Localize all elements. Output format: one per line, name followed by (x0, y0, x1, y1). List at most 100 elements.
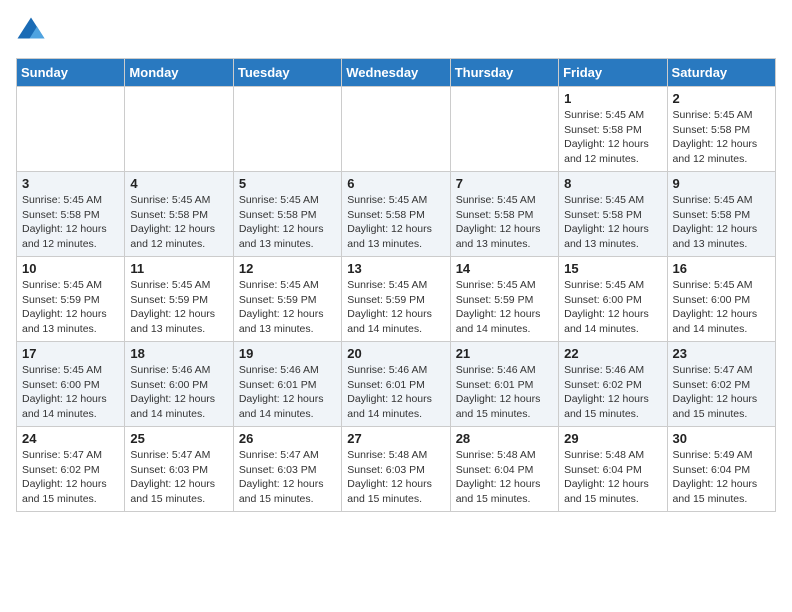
calendar-cell: 11 Sunrise: 5:45 AM Sunset: 5:59 PM Dayli… (125, 257, 233, 342)
calendar-cell: 5 Sunrise: 5:45 AM Sunset: 5:58 PM Daylig… (233, 172, 341, 257)
calendar-cell: 26 Sunrise: 5:47 AM Sunset: 6:03 PM Dayli… (233, 427, 341, 512)
day-number: 15 (564, 261, 661, 276)
calendar-cell: 24Sunrise: 5:47 AM Sunset: 6:02 PM Dayli… (17, 427, 125, 512)
logo-icon (16, 16, 46, 46)
calendar-cell: 7 Sunrise: 5:45 AM Sunset: 5:58 PM Daylig… (450, 172, 558, 257)
day-number: 9 (673, 176, 770, 191)
day-number: 11 (130, 261, 227, 276)
day-number: 21 (456, 346, 553, 361)
day-number: 2 (673, 91, 770, 106)
day-info: Sunrise: 5:47 AM Sunset: 6:02 PM Dayligh… (22, 448, 119, 507)
calendar-cell: 12 Sunrise: 5:45 AM Sunset: 5:59 PM Dayli… (233, 257, 341, 342)
day-info: Sunrise: 5:48 AM Sunset: 6:04 PM Dayligh… (564, 448, 661, 507)
day-info: Sunrise: 5:45 AM Sunset: 5:58 PM Dayligh… (22, 193, 119, 252)
calendar-cell: 21 Sunrise: 5:46 AM Sunset: 6:01 PM Dayli… (450, 342, 558, 427)
header-wednesday: Wednesday (342, 59, 450, 87)
calendar-week-4: 17Sunrise: 5:45 AM Sunset: 6:00 PM Dayli… (17, 342, 776, 427)
day-info: Sunrise: 5:45 AM Sunset: 5:58 PM Dayligh… (564, 108, 661, 167)
day-info: Sunrise: 5:45 AM Sunset: 5:58 PM Dayligh… (456, 193, 553, 252)
calendar-cell: 14 Sunrise: 5:45 AM Sunset: 5:59 PM Dayli… (450, 257, 558, 342)
day-number: 20 (347, 346, 444, 361)
day-number: 13 (347, 261, 444, 276)
day-number: 7 (456, 176, 553, 191)
calendar-cell: 22 Sunrise: 5:46 AM Sunset: 6:02 PM Dayli… (559, 342, 667, 427)
day-info: Sunrise: 5:45 AM Sunset: 5:59 PM Dayligh… (130, 278, 227, 337)
header-thursday: Thursday (450, 59, 558, 87)
day-number: 27 (347, 431, 444, 446)
day-number: 26 (239, 431, 336, 446)
calendar-cell (233, 87, 341, 172)
day-info: Sunrise: 5:45 AM Sunset: 6:00 PM Dayligh… (564, 278, 661, 337)
calendar-header-row: SundayMondayTuesdayWednesdayThursdayFrid… (17, 59, 776, 87)
day-number: 4 (130, 176, 227, 191)
calendar-cell: 19Sunrise: 5:46 AM Sunset: 6:01 PM Dayli… (233, 342, 341, 427)
day-info: Sunrise: 5:45 AM Sunset: 6:00 PM Dayligh… (22, 363, 119, 422)
calendar-cell: 17Sunrise: 5:45 AM Sunset: 6:00 PM Dayli… (17, 342, 125, 427)
calendar-cell: 20 Sunrise: 5:46 AM Sunset: 6:01 PM Dayli… (342, 342, 450, 427)
day-info: Sunrise: 5:48 AM Sunset: 6:04 PM Dayligh… (456, 448, 553, 507)
day-info: Sunrise: 5:46 AM Sunset: 6:01 PM Dayligh… (347, 363, 444, 422)
calendar-week-3: 10 Sunrise: 5:45 AM Sunset: 5:59 PM Dayli… (17, 257, 776, 342)
calendar-cell: 28 Sunrise: 5:48 AM Sunset: 6:04 PM Dayli… (450, 427, 558, 512)
day-info: Sunrise: 5:47 AM Sunset: 6:03 PM Dayligh… (239, 448, 336, 507)
day-number: 28 (456, 431, 553, 446)
day-info: Sunrise: 5:46 AM Sunset: 6:01 PM Dayligh… (456, 363, 553, 422)
day-info: Sunrise: 5:45 AM Sunset: 5:58 PM Dayligh… (564, 193, 661, 252)
calendar-cell (17, 87, 125, 172)
header-tuesday: Tuesday (233, 59, 341, 87)
day-number: 23 (673, 346, 770, 361)
logo (16, 16, 50, 46)
header-friday: Friday (559, 59, 667, 87)
day-info: Sunrise: 5:47 AM Sunset: 6:03 PM Dayligh… (130, 448, 227, 507)
day-info: Sunrise: 5:46 AM Sunset: 6:02 PM Dayligh… (564, 363, 661, 422)
day-info: Sunrise: 5:46 AM Sunset: 6:00 PM Dayligh… (130, 363, 227, 422)
day-number: 12 (239, 261, 336, 276)
day-info: Sunrise: 5:45 AM Sunset: 5:59 PM Dayligh… (456, 278, 553, 337)
calendar-cell: 13 Sunrise: 5:45 AM Sunset: 5:59 PM Dayli… (342, 257, 450, 342)
day-info: Sunrise: 5:49 AM Sunset: 6:04 PM Dayligh… (673, 448, 770, 507)
header-monday: Monday (125, 59, 233, 87)
day-number: 22 (564, 346, 661, 361)
page-header (16, 16, 776, 46)
day-info: Sunrise: 5:48 AM Sunset: 6:03 PM Dayligh… (347, 448, 444, 507)
calendar-week-5: 24Sunrise: 5:47 AM Sunset: 6:02 PM Dayli… (17, 427, 776, 512)
calendar-cell: 23 Sunrise: 5:47 AM Sunset: 6:02 PM Dayli… (667, 342, 775, 427)
calendar-cell: 25 Sunrise: 5:47 AM Sunset: 6:03 PM Dayli… (125, 427, 233, 512)
calendar-cell: 30 Sunrise: 5:49 AM Sunset: 6:04 PM Dayli… (667, 427, 775, 512)
calendar-cell: 16 Sunrise: 5:45 AM Sunset: 6:00 PM Dayli… (667, 257, 775, 342)
header-saturday: Saturday (667, 59, 775, 87)
calendar-cell: 3Sunrise: 5:45 AM Sunset: 5:58 PM Daylig… (17, 172, 125, 257)
calendar-week-1: 1 Sunrise: 5:45 AM Sunset: 5:58 PM Daylig… (17, 87, 776, 172)
day-info: Sunrise: 5:45 AM Sunset: 5:59 PM Dayligh… (239, 278, 336, 337)
day-info: Sunrise: 5:45 AM Sunset: 5:59 PM Dayligh… (347, 278, 444, 337)
day-number: 25 (130, 431, 227, 446)
calendar-cell: 8 Sunrise: 5:45 AM Sunset: 5:58 PM Daylig… (559, 172, 667, 257)
day-number: 1 (564, 91, 661, 106)
day-number: 10 (22, 261, 119, 276)
calendar-cell: 29 Sunrise: 5:48 AM Sunset: 6:04 PM Dayli… (559, 427, 667, 512)
day-number: 18 (130, 346, 227, 361)
day-number: 8 (564, 176, 661, 191)
calendar-table: SundayMondayTuesdayWednesdayThursdayFrid… (16, 58, 776, 512)
day-info: Sunrise: 5:45 AM Sunset: 5:58 PM Dayligh… (347, 193, 444, 252)
day-number: 5 (239, 176, 336, 191)
day-info: Sunrise: 5:46 AM Sunset: 6:01 PM Dayligh… (239, 363, 336, 422)
day-number: 30 (673, 431, 770, 446)
day-number: 29 (564, 431, 661, 446)
calendar-cell: 1 Sunrise: 5:45 AM Sunset: 5:58 PM Daylig… (559, 87, 667, 172)
day-info: Sunrise: 5:47 AM Sunset: 6:02 PM Dayligh… (673, 363, 770, 422)
day-info: Sunrise: 5:45 AM Sunset: 5:58 PM Dayligh… (130, 193, 227, 252)
calendar-cell: 18 Sunrise: 5:46 AM Sunset: 6:00 PM Dayli… (125, 342, 233, 427)
header-sunday: Sunday (17, 59, 125, 87)
day-number: 6 (347, 176, 444, 191)
day-info: Sunrise: 5:45 AM Sunset: 6:00 PM Dayligh… (673, 278, 770, 337)
day-number: 14 (456, 261, 553, 276)
calendar-cell: 27 Sunrise: 5:48 AM Sunset: 6:03 PM Dayli… (342, 427, 450, 512)
day-number: 16 (673, 261, 770, 276)
calendar-cell: 6 Sunrise: 5:45 AM Sunset: 5:58 PM Daylig… (342, 172, 450, 257)
calendar-cell (125, 87, 233, 172)
day-info: Sunrise: 5:45 AM Sunset: 5:58 PM Dayligh… (239, 193, 336, 252)
calendar-cell: 10Sunrise: 5:45 AM Sunset: 5:59 PM Dayli… (17, 257, 125, 342)
calendar-cell: 2Sunrise: 5:45 AM Sunset: 5:58 PM Daylig… (667, 87, 775, 172)
calendar-cell (342, 87, 450, 172)
